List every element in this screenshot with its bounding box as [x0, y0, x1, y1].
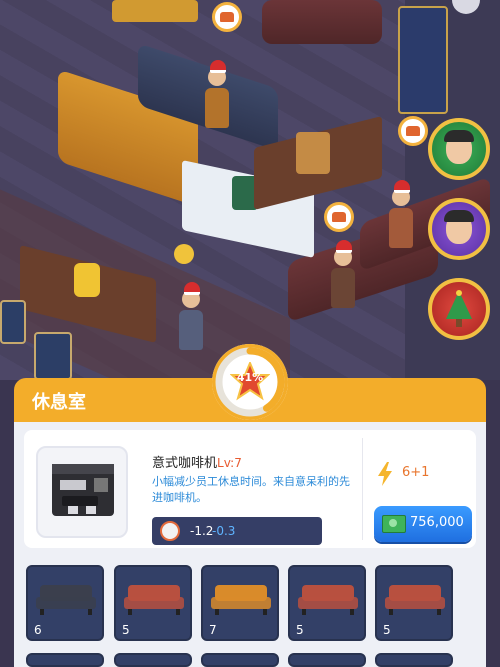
furniture-slot-row2[interactable]	[201, 653, 279, 667]
clock-icon	[160, 521, 180, 541]
sofa-icon	[298, 585, 358, 615]
sofa-icon	[211, 585, 271, 615]
staff-character-4[interactable]	[388, 180, 414, 248]
item-level: Lv:7	[217, 456, 242, 470]
vending-machine[interactable]	[398, 6, 448, 114]
furniture-slot-sofa[interactable]: 7	[201, 565, 279, 641]
slot-quantity: 5	[296, 623, 304, 637]
upgrade-price: 756,000	[410, 515, 464, 530]
item-thumbnail	[36, 446, 128, 538]
wall-painting-1	[0, 300, 26, 344]
furniture-slot-row2[interactable]	[375, 653, 453, 667]
progress-text: 41%	[236, 371, 264, 384]
panel-body: 意式咖啡机Lv:7 小幅减少员工休息时间。来自意呆利的先进咖啡机。 -1.2 -…	[14, 422, 486, 667]
top-sofa[interactable]	[262, 0, 382, 44]
card-divider	[362, 438, 363, 540]
staff-character-3[interactable]	[330, 240, 356, 308]
staff-character-2[interactable]	[178, 282, 204, 350]
upgrade-buy-button[interactable]: 756,000	[374, 506, 472, 542]
cash-icon	[382, 515, 406, 533]
furniture-slot-row2[interactable]	[288, 653, 366, 667]
furniture-slot-sofa[interactable]: 5	[114, 565, 192, 641]
slot-quantity: 5	[383, 623, 391, 637]
furniture-slot-row2[interactable]	[26, 653, 104, 667]
item-detail-card: 意式咖啡机Lv:7 小幅减少员工休息时间。来自意呆利的先进咖啡机。 -1.2 -…	[24, 430, 476, 548]
effect-base-value: -1.2	[190, 524, 214, 538]
emoji-face-icon	[174, 244, 194, 264]
sofa-icon	[36, 585, 96, 615]
effect-delta-value: -0.3	[212, 524, 236, 538]
sofa-icon	[385, 585, 445, 615]
chair-bubble-icon[interactable]	[212, 2, 242, 32]
cardboard-box	[296, 132, 330, 174]
room-progress-badge: 41%	[212, 344, 288, 420]
manager-portrait-1[interactable]	[428, 118, 490, 180]
energy-value: 6+1	[402, 465, 430, 480]
manager-portrait-2[interactable]	[428, 198, 490, 260]
yellow-bin	[74, 263, 100, 297]
bolt-icon	[378, 462, 392, 486]
wall-painting-2	[34, 332, 72, 380]
coffee-machine-icon	[52, 464, 114, 516]
room-panel: 休息室 41% 意式咖啡机Lv:7 小幅减少员工休息时间。来自意呆利的先进咖啡机…	[14, 344, 486, 667]
item-description: 小幅减少员工休息时间。来自意呆利的先进咖啡机。	[152, 475, 350, 504]
furniture-slot-sofa[interactable]: 6	[26, 565, 104, 641]
item-name: 意式咖啡机	[152, 456, 218, 471]
furniture-slot-sofa[interactable]: 5	[375, 565, 453, 641]
christmas-tree-event-button[interactable]	[428, 278, 490, 340]
slot-quantity: 6	[34, 623, 42, 637]
top-cabinet	[112, 0, 198, 22]
sofa-icon	[124, 585, 184, 615]
furniture-slot-row2[interactable]	[114, 653, 192, 667]
chair-bubble-icon[interactable]	[398, 116, 428, 146]
christmas-tree-icon	[446, 290, 472, 327]
break-time-effect: -1.2 -0.3	[152, 517, 322, 545]
furniture-slot-sofa[interactable]: 5	[288, 565, 366, 641]
slot-quantity: 5	[122, 623, 130, 637]
chair-bubble-icon[interactable]	[324, 202, 354, 232]
room-title: 休息室	[32, 392, 86, 413]
slot-quantity: 7	[209, 623, 217, 637]
furniture-slot-grid: 6 5 7 5 5	[26, 565, 474, 667]
staff-character-1[interactable]	[204, 60, 230, 128]
item-name-row: 意式咖啡机Lv:7	[152, 452, 242, 471]
game-scene[interactable]	[0, 0, 500, 380]
